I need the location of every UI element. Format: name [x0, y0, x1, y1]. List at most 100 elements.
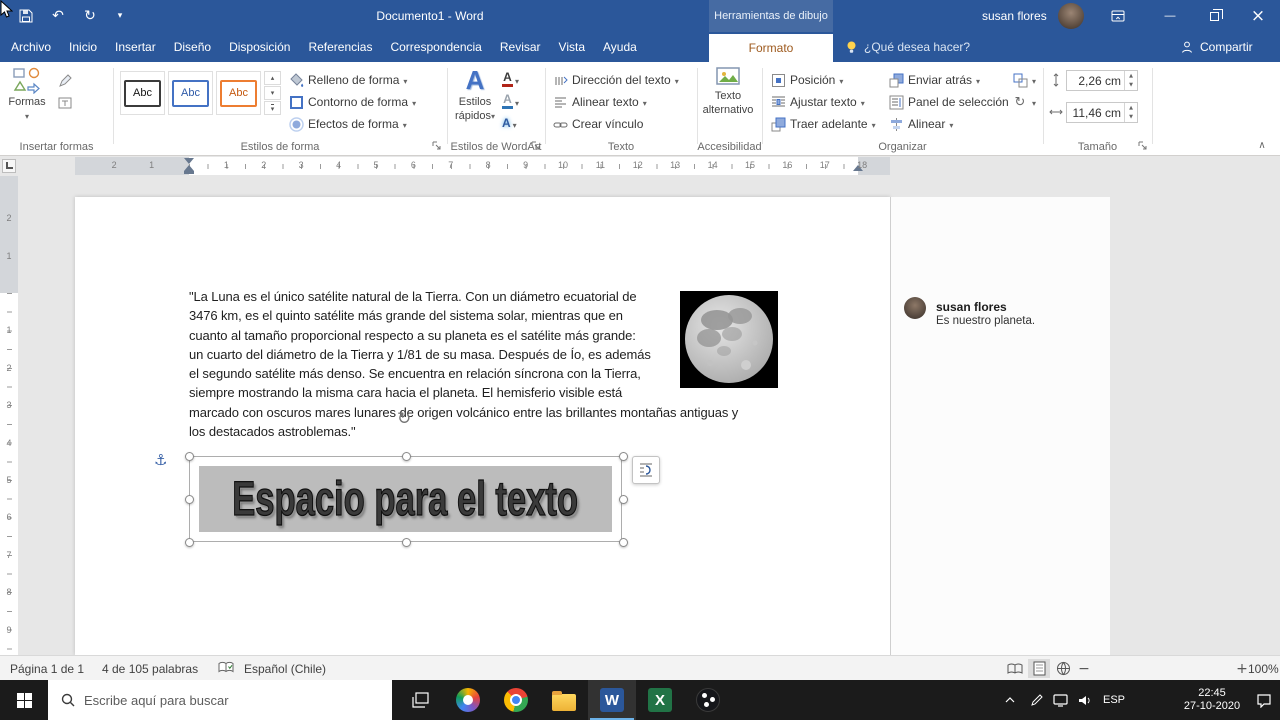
rotate-objects-button[interactable] — [1012, 92, 1036, 112]
resize-handle-ne[interactable] — [619, 452, 628, 461]
wrap-text-button[interactable]: Ajustar texto — [770, 92, 865, 112]
group-objects-button[interactable] — [1012, 70, 1036, 90]
taskbar-clock[interactable]: 22:45 27-10-2020 — [1176, 680, 1248, 720]
tab-archivo[interactable]: Archivo — [2, 32, 60, 62]
share-button[interactable]: Compartir — [1180, 32, 1253, 62]
tab-ayuda[interactable]: Ayuda — [594, 32, 646, 62]
shape-style-preset-1[interactable]: Abc — [120, 71, 165, 115]
explorer-app-button[interactable] — [540, 680, 588, 720]
pen-tray-button[interactable] — [1024, 680, 1048, 720]
shape-height-input[interactable]: 2,26 cm — [1066, 70, 1138, 91]
shape-width-input[interactable]: 11,46 cm — [1066, 102, 1138, 123]
keyboard-language[interactable]: ESP — [1096, 680, 1132, 720]
chrome-app-button[interactable] — [492, 680, 540, 720]
gallery-down-button[interactable] — [264, 86, 281, 100]
proofing-icon[interactable] — [218, 661, 234, 677]
stepper-down-icon[interactable] — [1125, 81, 1137, 91]
collapse-ribbon-button[interactable] — [1252, 138, 1272, 152]
paragraph[interactable]: "La Luna es el único satélite natural de… — [189, 287, 738, 441]
wordart-dialog-launcher[interactable] — [529, 139, 542, 152]
height-stepper[interactable] — [1124, 71, 1137, 90]
redo-button[interactable] — [76, 0, 104, 32]
stepper-up-icon[interactable] — [1125, 71, 1137, 81]
tray-expand-button[interactable] — [998, 680, 1022, 720]
quick-styles-button[interactable]: A Estilos rápidos — [452, 66, 498, 146]
word-count[interactable]: 4 de 105 palabras — [102, 656, 198, 681]
search-input[interactable] — [84, 692, 392, 708]
resize-handle-e[interactable] — [619, 495, 628, 504]
text-fill-button[interactable]: A — [502, 70, 528, 89]
volume-tray-button[interactable] — [1072, 680, 1096, 720]
tab-selector[interactable] — [2, 159, 16, 173]
tab-disposicion[interactable]: Disposición — [220, 32, 299, 62]
bring-forward-button[interactable]: Traer adelante — [770, 114, 876, 134]
ribbon-display-options-button[interactable] — [1104, 0, 1132, 32]
alt-text-button[interactable]: Texto alternativo — [700, 66, 756, 146]
save-button[interactable] — [12, 0, 40, 32]
tab-referencias[interactable]: Referencias — [299, 32, 381, 62]
paint-app-button[interactable] — [444, 680, 492, 720]
zoom-out-button[interactable] — [1076, 656, 1092, 681]
tab-insertar[interactable]: Insertar — [106, 32, 165, 62]
close-button[interactable] — [1236, 0, 1280, 32]
h-ruler[interactable]: 1 2 3 4 5 6 7 8 9 10 11 12 13 14 15 16 17 18 1 2 — [75, 157, 890, 175]
tab-correspondencia[interactable]: Correspondencia — [381, 32, 490, 62]
align-text-button[interactable]: Alinear texto — [552, 92, 647, 112]
shapes-button[interactable]: Formas — [4, 66, 50, 146]
first-line-indent-marker[interactable] — [184, 158, 194, 164]
tab-diseno[interactable]: Diseño — [165, 32, 220, 62]
left-indent-marker[interactable] — [184, 171, 194, 174]
text-box-button[interactable] — [56, 94, 74, 112]
v-ruler[interactable]: 1 2 3 4 5 6 7 8 9 1 2 — [0, 176, 18, 655]
resize-handle-n[interactable] — [402, 452, 411, 461]
shape-fill-button[interactable]: Relleno de forma — [288, 70, 407, 90]
undo-button[interactable] — [44, 0, 72, 32]
shape-outline-button[interactable]: Contorno de forma — [288, 92, 416, 112]
shape-style-preset-3[interactable]: Abc — [216, 71, 261, 115]
tab-vista[interactable]: Vista — [550, 32, 594, 62]
web-layout-button[interactable] — [1052, 659, 1074, 678]
rotate-handle[interactable] — [397, 409, 411, 429]
minimize-button[interactable] — [1148, 0, 1192, 32]
wordart-text[interactable]: Espacio para el texto — [232, 472, 579, 527]
account-avatar[interactable] — [1058, 3, 1084, 29]
align-objects-button[interactable]: Alinear — [888, 114, 953, 134]
tab-revisar[interactable]: Revisar — [491, 32, 550, 62]
read-mode-button[interactable] — [1004, 659, 1026, 678]
customize-quick-access-button[interactable] — [106, 0, 134, 32]
selection-pane-button[interactable]: Panel de selección — [888, 92, 1009, 112]
stepper-down-icon[interactable] — [1125, 113, 1137, 123]
start-button[interactable] — [0, 680, 48, 720]
account-name[interactable]: susan flores — [982, 0, 1047, 32]
layout-options-button[interactable] — [632, 456, 660, 484]
task-view-button[interactable] — [396, 680, 444, 720]
resize-handle-se[interactable] — [619, 538, 628, 547]
text-effects-button[interactable]: A — [502, 114, 528, 133]
shape-effects-button[interactable]: Efectos de forma — [288, 114, 407, 134]
position-button[interactable]: Posición — [770, 70, 843, 90]
resize-handle-s[interactable] — [402, 538, 411, 547]
word-app-button[interactable]: W — [588, 680, 636, 720]
network-tray-button[interactable] — [1048, 680, 1072, 720]
stepper-up-icon[interactable] — [1125, 103, 1137, 113]
restore-button[interactable] — [1192, 0, 1236, 32]
tab-formato-active[interactable]: Formato — [709, 34, 833, 62]
resize-handle-nw[interactable] — [185, 452, 194, 461]
send-backward-button[interactable]: Enviar atrás — [888, 70, 980, 90]
resize-handle-sw[interactable] — [185, 538, 194, 547]
zoom-level[interactable]: 100% — [1248, 656, 1279, 681]
wordart-textbox[interactable]: Espacio para el texto — [199, 466, 612, 532]
print-layout-button[interactable] — [1028, 659, 1050, 678]
gallery-more-button[interactable] — [264, 101, 281, 115]
tab-inicio[interactable]: Inicio — [60, 32, 106, 62]
gallery-up-button[interactable] — [264, 71, 281, 85]
obs-app-button[interactable] — [684, 680, 732, 720]
shape-style-preset-2[interactable]: Abc — [168, 71, 213, 115]
create-link-button[interactable]: Crear vínculo — [552, 114, 643, 134]
excel-app-button[interactable]: X — [636, 680, 684, 720]
moon-image[interactable] — [680, 291, 778, 388]
taskbar-search[interactable] — [48, 680, 392, 720]
text-direction-button[interactable]: Dirección del texto — [552, 70, 679, 90]
size-dialog-launcher[interactable] — [1136, 139, 1149, 152]
shape-styles-dialog-launcher[interactable] — [430, 139, 443, 152]
